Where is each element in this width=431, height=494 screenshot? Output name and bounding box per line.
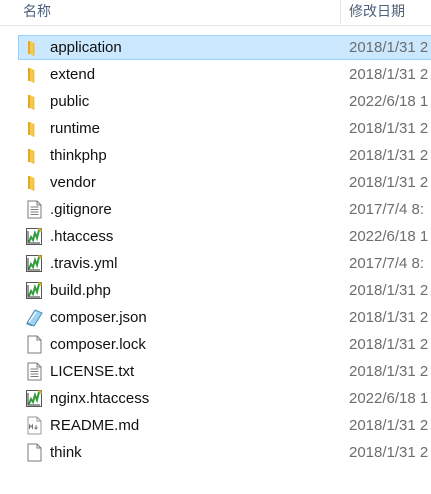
json-file-icon	[25, 308, 43, 327]
file-name: build.php	[50, 282, 111, 299]
file-modified-date: 2018/1/31 2	[349, 120, 429, 137]
file-row[interactable]: runtime 2018/1/31 2	[0, 115, 431, 142]
notepadpp-file-icon	[25, 254, 43, 273]
file-row[interactable]: nginx.htaccess 2022/6/18 1	[0, 385, 431, 412]
file-row[interactable]: build.php 2018/1/31 2	[0, 277, 431, 304]
file-row-selected[interactable]: application 2018/1/31 2	[0, 34, 431, 61]
file-modified-date: 2018/1/31 2	[349, 363, 429, 380]
folder-icon	[25, 92, 43, 111]
notepadpp-file-icon	[25, 227, 43, 246]
file-modified-date: 2018/1/31 2	[349, 39, 429, 56]
file-modified-date: 2018/1/31 2	[349, 147, 429, 164]
file-name: .gitignore	[50, 201, 112, 218]
file-name: application	[50, 39, 122, 56]
file-row[interactable]: composer.lock 2018/1/31 2	[0, 331, 431, 358]
folder-icon	[25, 173, 43, 192]
file-modified-date: 2018/1/31 2	[349, 282, 429, 299]
column-header-name[interactable]: 名称	[23, 0, 339, 25]
text-file-icon	[25, 200, 43, 219]
file-list: application 2018/1/31 2 extend 2018/1/31 2 p…	[0, 34, 431, 466]
column-divider[interactable]	[340, 0, 341, 24]
file-row[interactable]: .travis.yml 2017/7/4 8:	[0, 250, 431, 277]
file-modified-date: 2018/1/31 2	[349, 309, 429, 326]
file-modified-date: 2022/6/18 1	[349, 390, 429, 407]
file-name: composer.lock	[50, 336, 146, 353]
notepadpp-file-icon	[25, 389, 43, 408]
file-explorer: 名称 修改日期 application 2018/1/31 2 extend 2018…	[0, 0, 431, 494]
file-name: composer.json	[50, 309, 147, 326]
file-row[interactable]: .htaccess 2022/6/18 1	[0, 223, 431, 250]
file-name: think	[50, 444, 82, 461]
file-modified-date: 2018/1/31 2	[349, 444, 429, 461]
folder-icon	[25, 38, 43, 57]
file-row[interactable]: LICENSE.txt 2018/1/31 2	[0, 358, 431, 385]
blank-file-icon	[25, 443, 43, 462]
file-name: LICENSE.txt	[50, 363, 135, 380]
file-name: vendor	[50, 174, 96, 191]
file-row[interactable]: .gitignore 2017/7/4 8:	[0, 196, 431, 223]
file-name: public	[50, 93, 90, 110]
file-row[interactable]: README.md 2018/1/31 2	[0, 412, 431, 439]
notepadpp-file-icon	[25, 281, 43, 300]
file-modified-date: 2017/7/4 8:	[349, 255, 425, 272]
file-name: nginx.htaccess	[50, 390, 150, 407]
file-modified-date: 2018/1/31 2	[349, 417, 429, 434]
file-modified-date: 2022/6/18 1	[349, 93, 429, 110]
markdown-file-icon	[25, 416, 43, 435]
file-modified-date: 2018/1/31 2	[349, 66, 429, 83]
file-row[interactable]: public 2022/6/18 1	[0, 88, 431, 115]
folder-icon	[25, 146, 43, 165]
file-modified-date: 2022/6/18 1	[349, 228, 429, 245]
file-row[interactable]: vendor 2018/1/31 2	[0, 169, 431, 196]
file-name: .travis.yml	[50, 255, 118, 272]
file-row[interactable]: extend 2018/1/31 2	[0, 61, 431, 88]
text-file-icon	[25, 362, 43, 381]
file-name: thinkphp	[50, 147, 107, 164]
file-name: runtime	[50, 120, 101, 137]
file-name: .htaccess	[50, 228, 114, 245]
file-row[interactable]: think 2018/1/31 2	[0, 439, 431, 466]
file-modified-date: 2017/7/4 8:	[349, 201, 425, 218]
column-header-bar: 名称 修改日期	[0, 0, 431, 26]
blank-file-icon	[25, 335, 43, 354]
file-modified-date: 2018/1/31 2	[349, 336, 429, 353]
folder-icon	[25, 119, 43, 138]
file-name: README.md	[50, 417, 140, 434]
file-row[interactable]: composer.json 2018/1/31 2	[0, 304, 431, 331]
file-modified-date: 2018/1/31 2	[349, 174, 429, 191]
column-header-date[interactable]: 修改日期	[349, 0, 431, 25]
file-row[interactable]: thinkphp 2018/1/31 2	[0, 142, 431, 169]
folder-icon	[25, 65, 43, 84]
file-name: extend	[50, 66, 96, 83]
